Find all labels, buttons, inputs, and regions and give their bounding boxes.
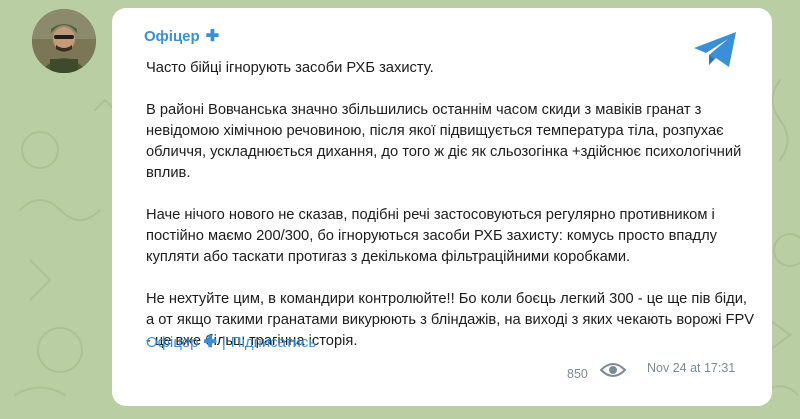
post-footer-links: Офіцер ✚ | Підписатись [146, 334, 316, 351]
post-timestamp: Nov 24 at 17:31 [647, 361, 736, 375]
footer-channel-link[interactable]: Офіцер [146, 334, 198, 351]
footer-badge-icon: ✚ [203, 333, 217, 351]
post-text: Часто бійці ігнорують засоби РХБ захисту… [146, 58, 756, 352]
eye-icon [600, 363, 626, 377]
post-paragraph: Часто бійці ігнорують засоби РХБ захисту… [146, 60, 434, 76]
message-bubble: Офіцер ✚ Часто бійці ігнорують засоби РХ… [112, 8, 772, 406]
channel-header: Офіцер ✚ [144, 28, 219, 45]
post-meta: 850 Nov 24 at 17:31 [567, 360, 757, 381]
avatar-image [32, 9, 96, 73]
post-paragraph: В районі Вовчанська значно збільшились о… [146, 102, 742, 181]
footer-separator: | [221, 334, 226, 351]
channel-avatar[interactable] [32, 9, 96, 73]
view-count: 850 [567, 367, 588, 381]
channel-badge-icon: ✚ [205, 27, 220, 45]
post-paragraph: Наче нічого нового не сказав, подібні ре… [146, 207, 717, 265]
subscribe-link[interactable]: Підписатись [231, 334, 316, 351]
channel-name[interactable]: Офіцер [144, 28, 200, 45]
